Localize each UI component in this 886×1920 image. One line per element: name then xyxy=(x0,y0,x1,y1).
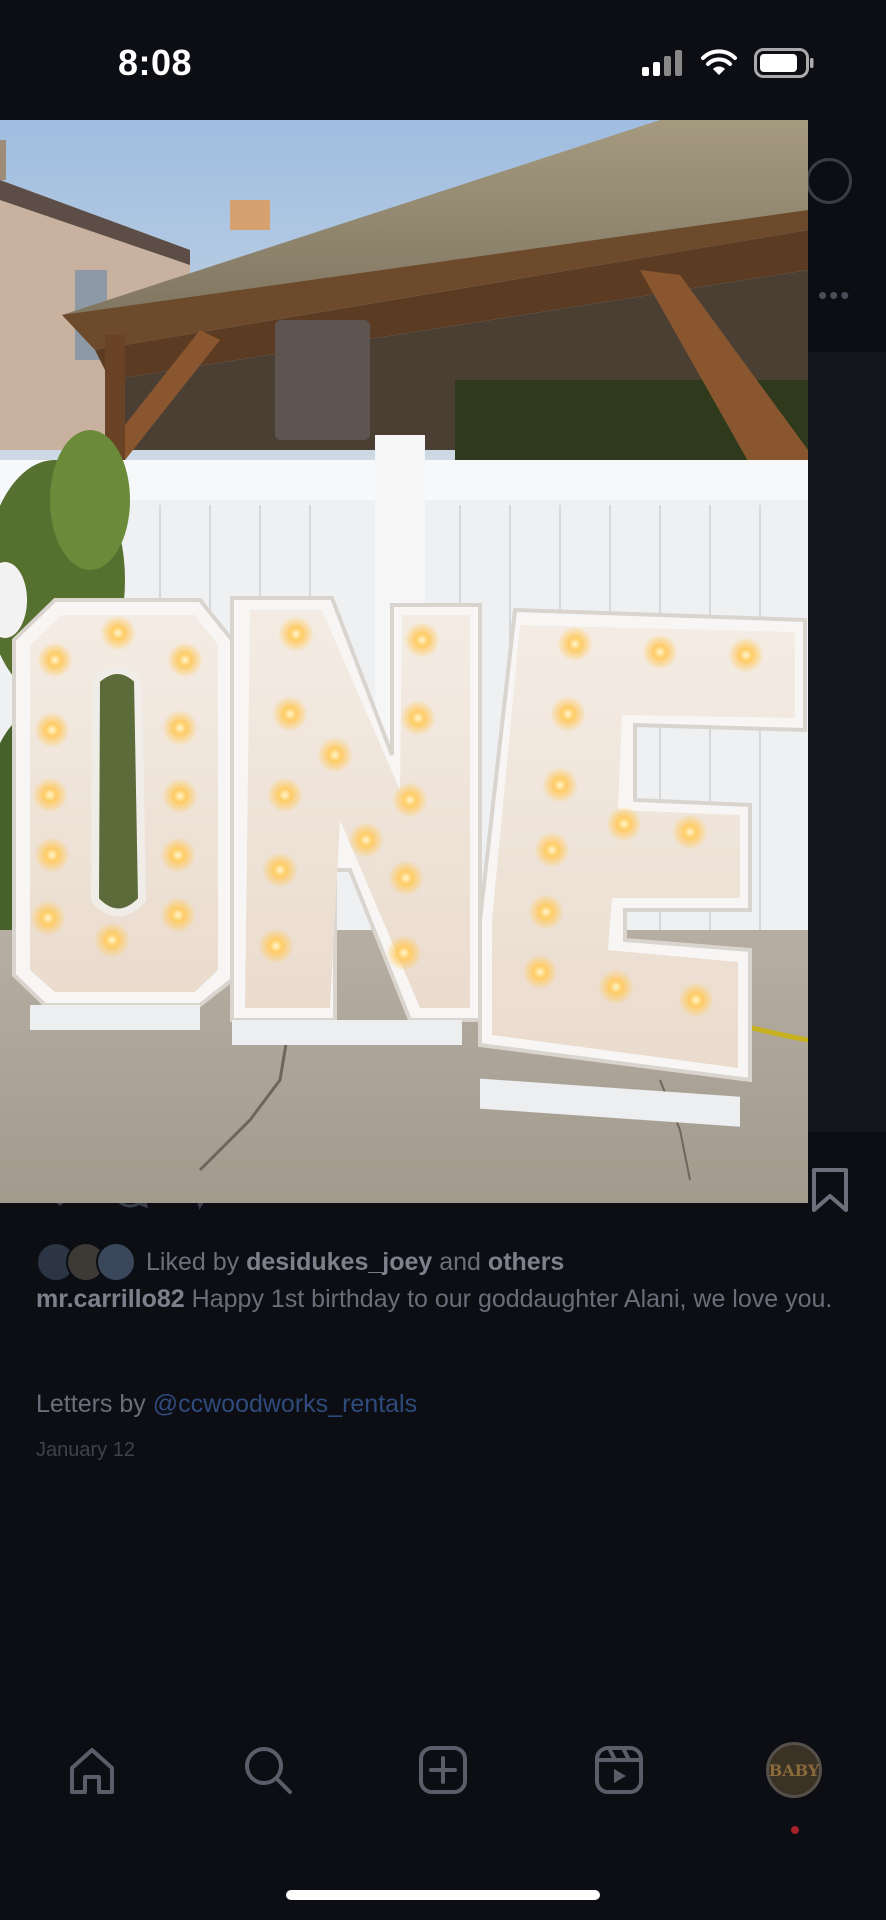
caption-text: Happy 1st birthday to our goddaughter Al… xyxy=(191,1285,833,1313)
battery-icon xyxy=(754,48,814,78)
liked-by-and: and xyxy=(439,1247,481,1276)
post-caption: mr.carrillo82 Happy 1st birthday to our … xyxy=(36,1284,846,1315)
wifi-icon xyxy=(701,49,737,75)
status-bar: 8:08 xyxy=(0,0,886,120)
more-options-icon[interactable]: ••• xyxy=(818,280,851,311)
post-photo[interactable] xyxy=(0,120,808,1203)
story-avatar-ring[interactable] xyxy=(806,158,852,204)
nav-reels[interactable] xyxy=(589,1740,649,1800)
plus-square-icon xyxy=(419,1746,467,1794)
caption-author[interactable]: mr.carrillo82 xyxy=(36,1285,185,1313)
liker-avatars xyxy=(36,1242,136,1282)
avatar xyxy=(96,1242,136,1282)
nav-search[interactable] xyxy=(238,1740,298,1800)
reels-icon xyxy=(595,1746,643,1794)
liked-by-user[interactable]: desidukes_joey xyxy=(246,1248,432,1277)
signal-icon xyxy=(642,50,682,76)
bottom-nav: BABY xyxy=(0,1740,886,1840)
nav-home[interactable] xyxy=(62,1740,122,1800)
status-time: 8:08 xyxy=(118,42,193,83)
notification-dot xyxy=(791,1826,799,1834)
home-icon xyxy=(70,1748,114,1794)
likes-row[interactable]: Liked by desidukes_joey and others xyxy=(36,1242,564,1282)
next-post-preview xyxy=(808,352,886,1132)
nav-profile[interactable]: BABY xyxy=(764,1740,824,1800)
liked-by-others[interactable]: others xyxy=(488,1248,564,1277)
mention-link[interactable]: @ccwoodworks_rentals xyxy=(153,1390,417,1418)
credit-line: Letters by @ccwoodworks_rentals xyxy=(36,1390,417,1419)
search-icon xyxy=(245,1747,292,1794)
bookmark-icon[interactable] xyxy=(810,1166,850,1214)
status-icons xyxy=(642,48,814,78)
home-indicator[interactable] xyxy=(286,1890,600,1900)
liked-by-prefix: Liked by xyxy=(146,1247,240,1276)
credit-prefix: Letters by xyxy=(36,1390,146,1418)
post-date: January 12 xyxy=(36,1439,135,1461)
nav-create[interactable] xyxy=(413,1740,473,1800)
avatar: BABY xyxy=(766,1742,822,1798)
